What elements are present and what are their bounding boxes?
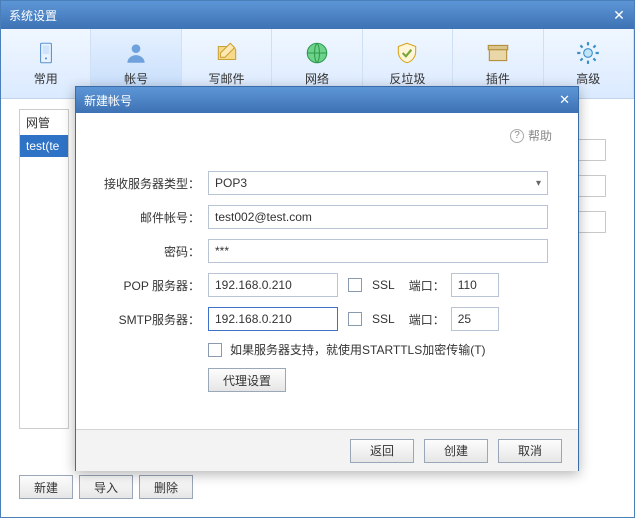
recv-type-label: 接收服务器类型： — [102, 175, 208, 192]
dialog-footer: 返回 创建 取消 — [76, 429, 578, 471]
gear-icon — [575, 40, 601, 66]
close-icon[interactable]: ✕ — [612, 8, 626, 22]
ssl-label: SSL — [372, 278, 395, 292]
help-link[interactable]: ? 帮助 — [510, 127, 552, 144]
delete-button[interactable]: 删除 — [139, 475, 193, 499]
smtp-server-input[interactable] — [208, 307, 338, 331]
help-icon: ? — [510, 129, 524, 143]
proxy-button[interactable]: 代理设置 — [208, 368, 286, 392]
ssl-label: SSL — [372, 312, 395, 326]
shield-icon — [394, 40, 420, 66]
tab-label: 插件 — [486, 70, 510, 87]
edit-icon — [214, 40, 240, 66]
user-icon — [123, 40, 149, 66]
new-button[interactable]: 新建 — [19, 475, 73, 499]
select-value: POP3 — [215, 176, 247, 190]
pop-ssl-checkbox[interactable] — [348, 278, 362, 292]
settings-window: 系统设置 ✕ 常用 帐号 写邮件 网络 反垃圾 插件 高级 — [0, 0, 635, 518]
tab-label: 反垃圾 — [389, 70, 425, 87]
tab-label: 高级 — [576, 70, 600, 87]
pop-server-label: POP 服务器： — [102, 277, 208, 294]
recv-type-select[interactable]: POP3 ▾ — [208, 171, 548, 195]
create-button[interactable]: 创建 — [424, 439, 488, 463]
password-label: 密码： — [102, 243, 208, 260]
hdd-icon — [33, 40, 59, 66]
bottom-buttons: 新建 导入 删除 — [19, 475, 193, 499]
dialog-title: 新建帐号 — [84, 92, 132, 109]
tab-label: 网络 — [305, 70, 329, 87]
starttls-checkbox[interactable] — [208, 343, 222, 357]
dialog-body: ? 帮助 接收服务器类型： POP3 ▾ 邮件帐号： 密码： — [76, 113, 578, 429]
cancel-button[interactable]: 取消 — [498, 439, 562, 463]
port-label: 端口： — [409, 311, 445, 328]
new-account-dialog: 新建帐号 ✕ ? 帮助 接收服务器类型： POP3 ▾ 邮件帐号： — [75, 86, 579, 471]
chevron-down-icon: ▾ — [536, 178, 541, 189]
box-icon — [485, 40, 511, 66]
help-label: 帮助 — [528, 127, 552, 144]
starttls-label: 如果服务器支持，就使用STARTTLS加密传输(T) — [230, 341, 486, 358]
globe-icon — [304, 40, 330, 66]
main-titlebar: 系统设置 ✕ — [1, 1, 634, 29]
main-title: 系统设置 — [9, 7, 57, 24]
smtp-ssl-checkbox[interactable] — [348, 312, 362, 326]
form: 接收服务器类型： POP3 ▾ 邮件帐号： 密码： POP 服务器： — [102, 171, 552, 392]
list-item[interactable]: 网管 — [20, 110, 68, 135]
mail-account-input[interactable] — [208, 205, 548, 229]
password-input[interactable] — [208, 239, 548, 263]
tab-label: 常用 — [34, 70, 58, 87]
import-button[interactable]: 导入 — [79, 475, 133, 499]
mail-account-label: 邮件帐号： — [102, 209, 208, 226]
tab-label: 帐号 — [124, 70, 148, 87]
pop-port-input[interactable] — [451, 273, 499, 297]
smtp-server-label: SMTP服务器： — [102, 311, 208, 328]
pop-server-input[interactable] — [208, 273, 338, 297]
close-icon[interactable]: ✕ — [559, 92, 570, 108]
tab-label: 写邮件 — [209, 70, 245, 87]
dialog-titlebar: 新建帐号 ✕ — [76, 87, 578, 113]
account-list: 网管 test(te — [19, 109, 69, 429]
smtp-port-input[interactable] — [451, 307, 499, 331]
port-label: 端口： — [409, 277, 445, 294]
list-item[interactable]: test(te — [20, 135, 68, 157]
back-button[interactable]: 返回 — [350, 439, 414, 463]
